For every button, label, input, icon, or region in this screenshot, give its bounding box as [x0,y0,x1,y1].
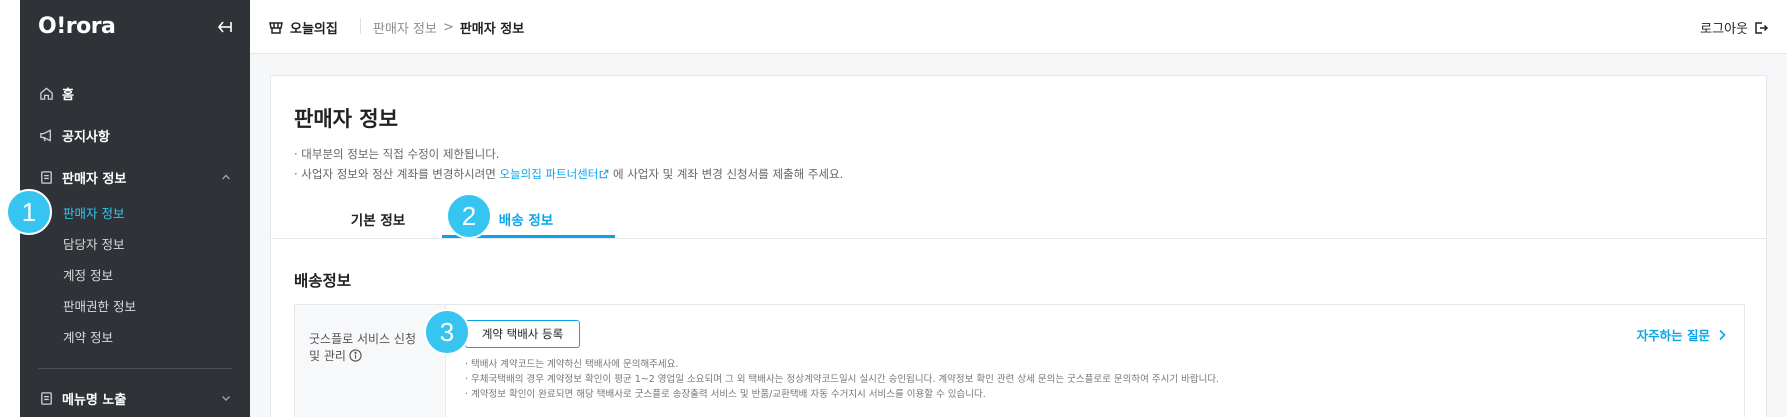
breadcrumb-separator: > [442,20,454,35]
sidebar-item-label: 메뉴명 노출 [62,392,127,408]
store-icon [269,21,283,34]
sidebar-sub-item-seller-info[interactable]: 판매자 정보 [63,203,124,222]
sidebar: O!rora 홈 공지사항 판매자 정보 판매자 정보 담당자 정보 계정 정보… [20,0,250,417]
sidebar-sub-item-manager-info[interactable]: 담당자 정보 [63,234,124,253]
sidebar-sub-item-contract-info[interactable]: 계약 정보 [63,327,113,346]
step-badge-3: 3 [424,309,470,355]
collapse-left-icon [217,21,232,33]
goodsflow-label-line-2: 및 관리 [309,349,346,363]
goodsflow-form: 굿스플로 서비스 신청 및 관리 계약 택배사 등록 자주하는 질문 · 택배사… [294,304,1745,417]
sidebar-item-seller-info[interactable]: 판매자 정보 [38,163,232,191]
document-icon [38,390,54,406]
form-label-column: 굿스플로 서비스 신청 및 관리 [295,305,446,417]
sidebar-item-notice[interactable]: 공지사항 [38,121,232,149]
breadcrumb-current: 판매자 정보 [459,22,525,37]
goodsflow-label: 굿스플로 서비스 신청 및 관리 [309,331,416,365]
sidebar-sub-item-account-info[interactable]: 계정 정보 [63,265,113,284]
sidebar-item-home[interactable]: 홈 [38,79,232,107]
notice-text: · 사업자 정보와 정산 계좌를 변경하시려면 [294,167,500,181]
tabs-divider [271,238,1766,239]
sidebar-divider [38,368,232,369]
document-icon [38,169,54,185]
home-icon [38,85,54,101]
notice-line-2: · 사업자 정보와 정산 계좌를 변경하시려면 오늘의집 파트너센터 에 사업자… [294,166,843,182]
chevron-up-icon [222,174,230,180]
help-text-3: · 계약정보 확인이 완료되면 해당 택배사로 굿스플로 송장출력 서비스 및 … [465,389,986,400]
partner-center-link-label: 오늘의집 파트너센터 [499,167,599,181]
sidebar-sub-item-permission-info[interactable]: 판매권한 정보 [63,296,136,315]
logo: O!rora [38,14,116,39]
chevron-right-icon [1719,329,1726,340]
notice-line-1: · 대부분의 정보는 직접 수정이 제한됩니다. [294,147,500,161]
sidebar-collapse-button[interactable] [214,16,236,38]
logout-icon [1755,21,1769,34]
page: O!rora 홈 공지사항 판매자 정보 판매자 정보 담당자 정보 계정 정보… [0,0,1787,417]
brand-name: 오늘의집 [290,22,338,37]
top-header: 오늘의집 판매자 정보 > 판매자 정보 로그아웃 [250,0,1787,54]
brand-link[interactable]: 오늘의집 [268,18,338,37]
logout-button[interactable]: 로그아웃 [1700,18,1769,37]
sidebar-item-label: 판매자 정보 [62,171,127,187]
section-title: 배송정보 [294,272,352,290]
header-divider [360,18,361,34]
sidebar-item-menu-display[interactable]: 메뉴명 노출 [38,384,232,412]
breadcrumb-parent[interactable]: 판매자 정보 [373,18,437,37]
step-badge-1: 1 [6,189,52,235]
seller-info-card: 판매자 정보 · 대부분의 정보는 직접 수정이 제한됩니다. · 사업자 정보… [270,75,1767,417]
breadcrumb: 판매자 정보 > 판매자 정보 [373,18,524,37]
goodsflow-label-line-1: 굿스플로 서비스 신청 [309,332,416,346]
faq-link[interactable]: 자주하는 질문 [1637,325,1728,344]
notice-text: 에 사업자 및 계좌 변경 신청서를 제출해 주세요. [609,167,844,181]
megaphone-icon [38,127,54,143]
tab-basic-info[interactable]: 기본 정보 [323,209,433,229]
sidebar-item-label: 홈 [62,87,74,103]
step-badge-2: 2 [446,193,492,239]
page-title: 판매자 정보 [294,107,398,131]
sidebar-item-label: 공지사항 [62,129,110,145]
external-link-icon [600,169,609,179]
info-icon[interactable] [349,349,362,362]
logout-label: 로그아웃 [1700,22,1748,37]
partner-center-link[interactable]: 오늘의집 파트너센터 [499,167,609,181]
register-courier-button[interactable]: 계약 택배사 등록 [465,320,580,348]
faq-label: 자주하는 질문 [1636,328,1710,343]
help-text-1: · 택배사 계약코드는 계약하신 택배사에 문의해주세요. [465,359,679,370]
chevron-down-icon [222,396,230,401]
help-text-2: · 우체국택배의 경우 계약정보 확인이 평균 1~2 영업일 소요되며 그 외… [465,374,1220,385]
